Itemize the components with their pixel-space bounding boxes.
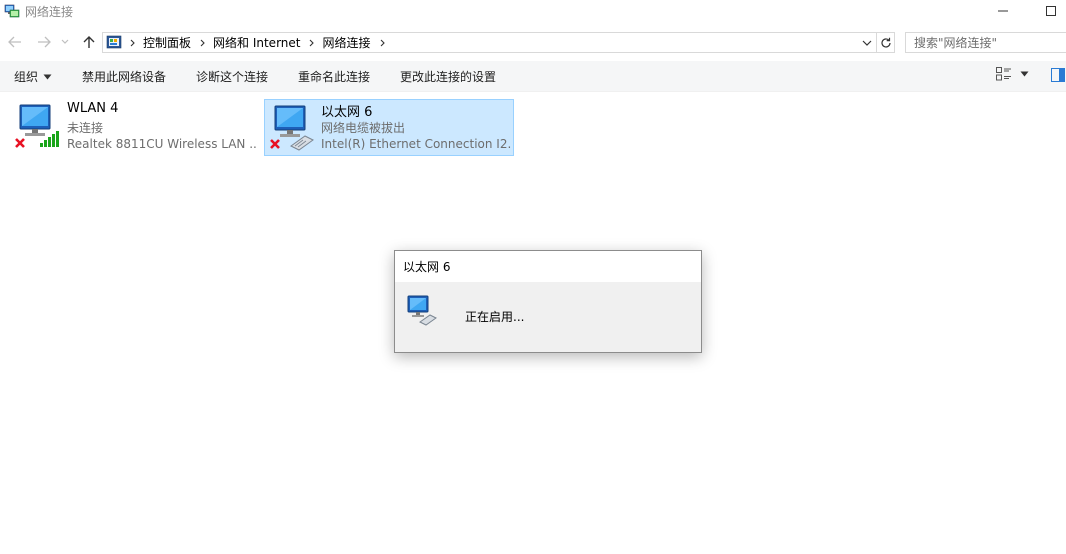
preview-pane-icon xyxy=(1051,68,1065,82)
caret-down-icon xyxy=(1020,71,1029,77)
forward-button[interactable] xyxy=(34,32,54,52)
navigation-bar: 控制面板 网络和 Internet 网络连接 xyxy=(0,28,1066,56)
chevron-right-icon xyxy=(310,39,315,46)
window-title: 网络连接 xyxy=(25,5,74,19)
minimize-icon xyxy=(998,10,1008,12)
control-panel-icon xyxy=(106,35,122,48)
search-input[interactable] xyxy=(906,33,1066,52)
address-bar[interactable]: 控制面板 网络和 Internet 网络连接 xyxy=(102,32,877,53)
chevron-down-icon xyxy=(862,40,872,46)
back-button[interactable] xyxy=(5,32,25,52)
organize-label: 组织 xyxy=(14,70,39,84)
address-history-dropdown[interactable] xyxy=(860,35,874,51)
breadcrumb-network-internet[interactable]: 网络和 Internet xyxy=(210,34,303,51)
connection-item-wlan[interactable]: WLAN 4 未连接 Realtek 8811CU Wireless LAN .… xyxy=(10,99,258,156)
connection-status: 未连接 xyxy=(67,121,104,135)
dialog-message: 正在启用... xyxy=(465,310,525,324)
change-view-button[interactable] xyxy=(996,67,1029,81)
command-bar: 组织 禁用此网络设备 诊断这个连接 重命名此连接 更改此连接的设置 xyxy=(0,61,1066,92)
diagnose-connection-button[interactable]: 诊断这个连接 xyxy=(196,68,268,85)
recent-locations-button[interactable] xyxy=(58,32,72,52)
wireless-network-adapter-icon xyxy=(15,104,59,148)
connection-device: Realtek 8811CU Wireless LAN ... xyxy=(67,137,257,151)
maximize-icon xyxy=(1046,6,1056,16)
ethernet-adapter-icon xyxy=(407,295,437,326)
disable-device-button[interactable]: 禁用此网络设备 xyxy=(82,68,166,85)
preview-pane-button[interactable] xyxy=(1051,68,1065,85)
connection-name: WLAN 4 xyxy=(67,101,119,116)
breadcrumb-separator[interactable] xyxy=(126,39,140,47)
up-button[interactable] xyxy=(79,32,99,52)
connection-device: Intel(R) Ethernet Connection I2... xyxy=(321,137,511,151)
minimize-button[interactable] xyxy=(980,0,1026,22)
connection-name: 以太网 6 xyxy=(321,105,373,120)
title-bar: 网络连接 xyxy=(0,0,1066,24)
breadcrumb-network-connections[interactable]: 网络连接 xyxy=(319,34,373,51)
enabling-dialog: 以太网 6 正在启用... xyxy=(394,250,702,353)
rename-connection-button[interactable]: 重命名此连接 xyxy=(298,68,370,85)
connection-status: 网络电缆被拔出 xyxy=(321,121,406,135)
breadcrumb-separator[interactable] xyxy=(196,39,210,47)
organize-button[interactable]: 组织 xyxy=(14,68,52,85)
arrow-right-icon xyxy=(38,36,51,48)
dialog-title: 以太网 6 xyxy=(395,251,701,282)
arrow-left-icon xyxy=(8,36,21,48)
breadcrumb-separator[interactable] xyxy=(305,39,319,47)
chevron-right-icon xyxy=(130,39,135,46)
maximize-button[interactable] xyxy=(1028,0,1066,22)
refresh-button[interactable] xyxy=(877,32,895,53)
breadcrumb-separator[interactable] xyxy=(376,39,390,47)
ethernet-adapter-icon xyxy=(270,105,314,151)
chevron-down-icon xyxy=(61,39,69,44)
caret-down-icon xyxy=(43,74,52,79)
network-connections-icon xyxy=(4,4,20,18)
chevron-right-icon xyxy=(380,39,385,46)
change-settings-button[interactable]: 更改此连接的设置 xyxy=(400,68,496,85)
view-options-icon xyxy=(996,67,1011,81)
connection-details: WLAN 4 未连接 Realtek 8811CU Wireless LAN .… xyxy=(67,101,257,155)
breadcrumb-control-panel[interactable]: 控制面板 xyxy=(140,34,194,51)
arrow-up-icon xyxy=(83,36,95,48)
search-box[interactable] xyxy=(905,32,1066,53)
refresh-icon xyxy=(880,37,891,48)
chevron-right-icon xyxy=(200,39,205,46)
connection-item-ethernet[interactable]: 以太网 6 网络电缆被拔出 Intel(R) Ethernet Connecti… xyxy=(264,99,514,156)
connection-details: 以太网 6 网络电缆被拔出 Intel(R) Ethernet Connecti… xyxy=(321,101,511,155)
